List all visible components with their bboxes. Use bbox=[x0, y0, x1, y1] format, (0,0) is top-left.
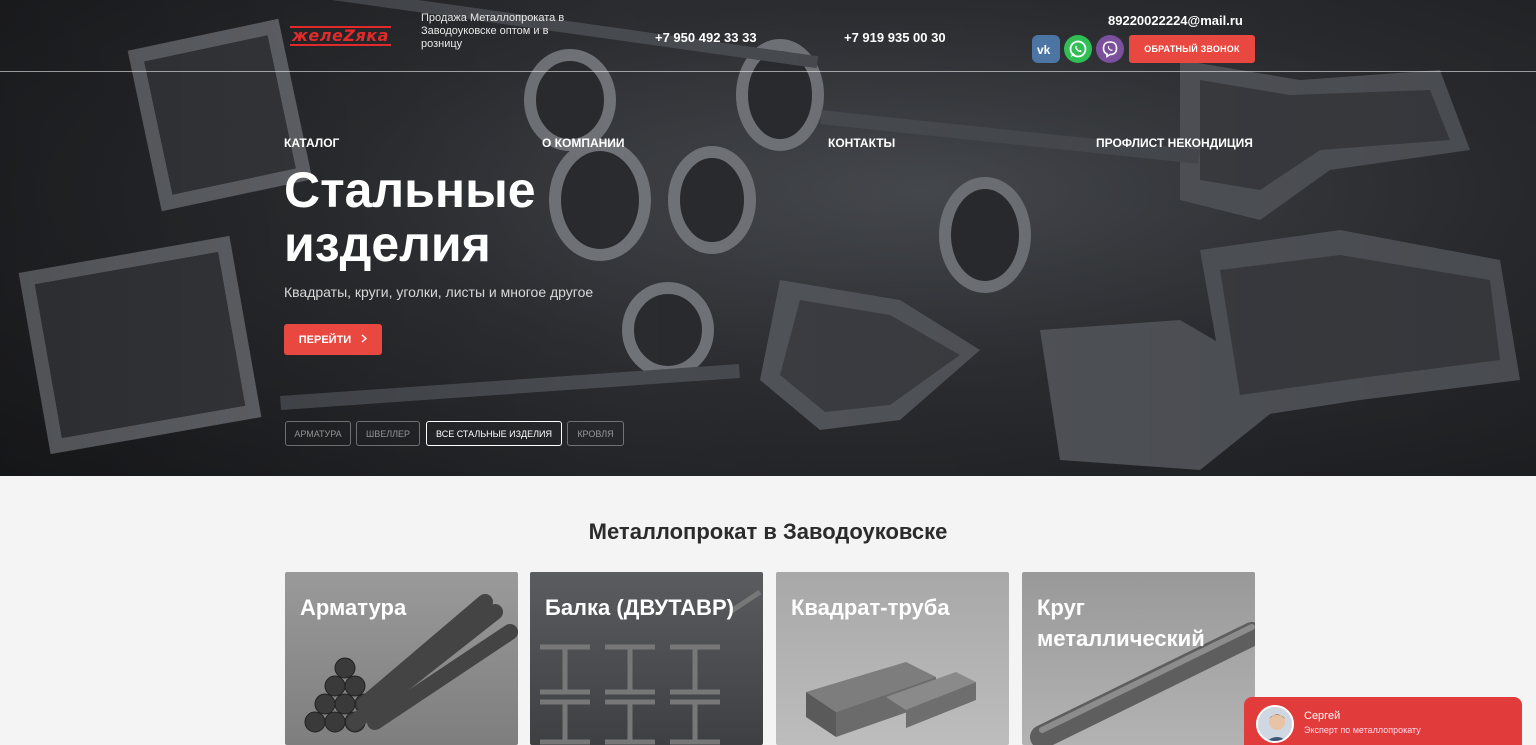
catalog-title: Металлопрокат в Заводоуковске bbox=[588, 519, 948, 544]
catalog-card-krug[interactable]: Круг металлический bbox=[1022, 572, 1255, 745]
hero-title: Стальные изделия bbox=[284, 162, 536, 272]
slide-tab-krovlya[interactable]: КРОВЛЯ bbox=[567, 421, 624, 446]
slide-tab-shveller[interactable]: ШВЕЛЛЕР bbox=[356, 421, 420, 446]
nav-item-about[interactable]: О КОМПАНИИ bbox=[542, 136, 625, 150]
chat-agent-name: Сергей bbox=[1304, 710, 1341, 722]
card-title: Арматура bbox=[300, 595, 407, 620]
hero-banner: жeлeZяка Продажа Металлопроката в Заводо… bbox=[0, 0, 1536, 476]
avatar bbox=[1256, 705, 1294, 743]
catalog-card-balka[interactable]: Балка (ДВУТАВР) bbox=[530, 572, 763, 745]
catalog-card-armatura[interactable]: Арматура bbox=[285, 572, 518, 745]
nav-item-catalog[interactable]: КАТАЛОГ bbox=[284, 136, 339, 150]
site-tagline: Продажа Металлопроката в Заводоуковске о… bbox=[421, 12, 565, 50]
chevron-right-icon bbox=[361, 333, 368, 346]
phone-link-2[interactable]: +7 919 935 00 30 bbox=[844, 30, 946, 45]
card-title: Квадрат-труба bbox=[791, 595, 950, 620]
nav-item-contacts[interactable]: КОНТАКТЫ bbox=[828, 136, 895, 150]
logo-text: жeлeZяка bbox=[290, 26, 391, 46]
slide-tab-all-steel[interactable]: ВСЕ СТАЛЬНЫЕ ИЗДЕЛИЯ bbox=[426, 421, 562, 446]
viber-icon[interactable] bbox=[1096, 35, 1124, 63]
site-logo[interactable]: жeлeZяка bbox=[290, 26, 400, 48]
nav-item-profnastil[interactable]: ПРОФЛИСТ НЕКОНДИЦИЯ bbox=[1096, 136, 1253, 150]
hero-subtitle: Квадраты, круги, уголки, листы и многое … bbox=[284, 284, 594, 300]
whatsapp-icon[interactable] bbox=[1064, 35, 1092, 63]
go-button[interactable]: ПЕРЕЙТИ bbox=[284, 324, 382, 355]
card-title: Балка (ДВУТАВР) bbox=[545, 595, 734, 620]
email-link[interactable]: 89220022224@mail.ru bbox=[1108, 13, 1243, 28]
slide-tab-armatura[interactable]: АРМАТУРА bbox=[285, 421, 351, 446]
callback-button[interactable]: ОБРАТНЫЙ ЗВОНОК bbox=[1129, 35, 1255, 63]
catalog-card-kvadrat-truba[interactable]: Квадрат-труба bbox=[776, 572, 1009, 745]
phone-link-1[interactable]: +7 950 492 33 33 bbox=[655, 30, 757, 45]
card-title: Круг металлический bbox=[1037, 595, 1205, 651]
chat-widget[interactable]: Сергей Эксперт по металлопрокату bbox=[1244, 697, 1522, 745]
go-button-label: ПЕРЕЙТИ bbox=[298, 333, 352, 346]
svg-text:vk: vk bbox=[1037, 43, 1051, 55]
top-header: жeлeZяка Продажа Металлопроката в Заводо… bbox=[0, 0, 1536, 72]
chat-agent-role: Эксперт по металлопрокату bbox=[1304, 725, 1421, 735]
vk-icon[interactable]: vk bbox=[1032, 35, 1060, 63]
